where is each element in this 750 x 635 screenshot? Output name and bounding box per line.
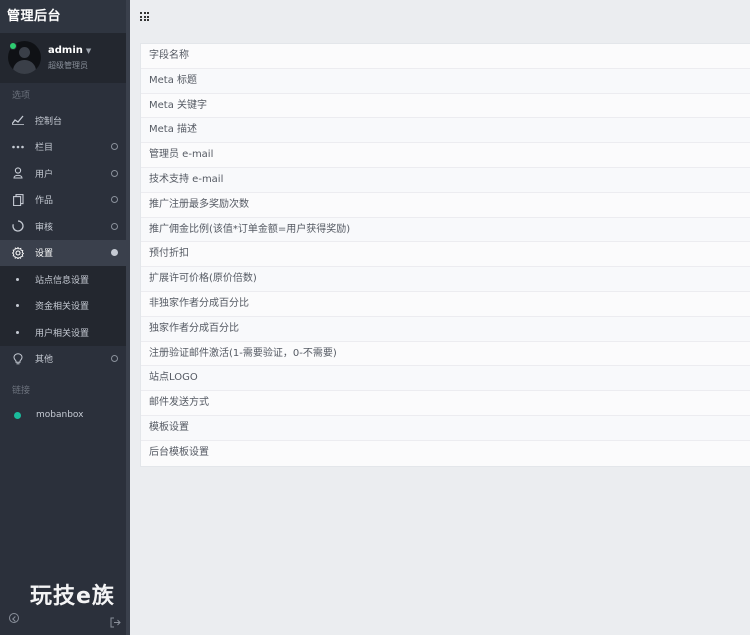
sidebar-item-columns[interactable]: 栏目 — [0, 134, 130, 161]
sidebar-subitem-label: 站点信息设置 — [35, 275, 90, 286]
field-row[interactable]: Meta 描述 — [141, 118, 750, 144]
field-row[interactable]: 后台模板设置 — [141, 440, 750, 466]
settings-submenu: 站点信息设置 资金相关设置 用户相关设置 — [0, 266, 130, 346]
field-row[interactable]: 管理员 e-mail — [141, 143, 750, 168]
sidebar-item-dashboard[interactable]: 控制台 — [0, 107, 130, 134]
sidebar-item-settings[interactable]: 设置 — [0, 239, 130, 266]
user-menu[interactable]: admin ▼ — [48, 45, 91, 56]
sidebar-subitem-user-settings[interactable]: 用户相关设置 — [0, 319, 130, 346]
field-row[interactable]: 推广佣金比例(该值*订单金额=用户获得奖励) — [141, 217, 750, 243]
top-bar — [130, 0, 750, 33]
bullet-icon — [16, 304, 19, 308]
bullet-icon — [16, 330, 19, 334]
collapse-sidebar-icon[interactable] — [9, 613, 19, 623]
field-row[interactable]: 技术支持 e-mail — [141, 167, 750, 193]
link-dot-icon — [14, 411, 21, 419]
sidebar-item-works[interactable]: 作品 — [0, 187, 130, 214]
field-row[interactable]: 预付折扣 — [141, 242, 750, 268]
sidebar-scrollbar[interactable] — [126, 0, 130, 635]
sidebar-item-label: 设置 — [35, 249, 54, 260]
field-row[interactable]: 扩展许可价格(原价倍数) — [141, 267, 750, 292]
apps-grid-icon[interactable] — [140, 12, 149, 21]
sidebar-item-label: 用户 — [35, 169, 54, 180]
field-row[interactable]: 模板设置 — [141, 415, 750, 441]
expand-indicator-icon — [111, 196, 118, 204]
sidebar-subitem-site-info[interactable]: 站点信息设置 — [0, 266, 130, 293]
expand-indicator-icon — [111, 355, 118, 363]
user-name: admin — [48, 45, 83, 56]
field-row[interactable]: Meta 关键字 — [141, 93, 750, 119]
online-status-dot — [10, 43, 16, 49]
dots-icon — [12, 141, 24, 153]
chevron-down-icon: ▼ — [85, 47, 92, 55]
user-role: 超级管理员 — [48, 61, 88, 70]
sidebar-subitem-funds[interactable]: 资金相关设置 — [0, 293, 130, 320]
watermark-logo: 玩技e族 — [30, 584, 115, 609]
sidebar: 管理后台 admin ▼ 超级管理员 选项 控制台 栏目 用户 作品 审核 设置… — [0, 0, 130, 635]
sidebar-item-label: 其他 — [35, 355, 54, 366]
copy-icon — [12, 193, 24, 206]
field-row[interactable]: 站点LOGO — [141, 366, 750, 392]
expand-indicator-icon — [111, 222, 118, 230]
sidebar-item-label: 作品 — [35, 196, 54, 207]
field-row[interactable]: 邮件发送方式 — [141, 391, 750, 416]
sidebar-subitem-label: 用户相关设置 — [35, 328, 90, 339]
sidebar-item-review[interactable]: 审核 — [0, 213, 130, 240]
field-row[interactable]: 字段名称 — [141, 44, 750, 69]
user-icon — [12, 167, 24, 179]
sidebar-link-mobanbox[interactable]: mobanbox — [0, 402, 130, 429]
field-row[interactable]: 非独家作者分成百分比 — [141, 291, 750, 317]
sidebar-subitem-label: 资金相关设置 — [35, 302, 90, 313]
sidebar-item-users[interactable]: 用户 — [0, 160, 130, 187]
sidebar-item-label: 栏目 — [35, 143, 54, 154]
section-label-links: 链接 — [12, 386, 31, 396]
sidebar-link-label: mobanbox — [36, 410, 84, 421]
expand-indicator-icon — [111, 143, 118, 151]
settings-field-list: 字段名称 Meta 标题 Meta 关键字 Meta 描述 管理员 e-mail… — [140, 43, 750, 467]
bullet-icon — [16, 277, 19, 281]
gear-icon — [12, 246, 24, 259]
bulb-icon — [12, 352, 24, 365]
sidebar-item-other[interactable]: 其他 — [0, 346, 130, 373]
logout-icon[interactable] — [110, 613, 121, 628]
spinner-icon — [12, 220, 24, 232]
sidebar-item-label: 审核 — [35, 222, 54, 233]
field-row[interactable]: Meta 标题 — [141, 68, 750, 94]
sidebar-item-label: 控制台 — [35, 116, 63, 127]
section-label-options: 选项 — [12, 91, 31, 101]
user-panel[interactable]: admin ▼ 超级管理员 — [0, 33, 130, 83]
field-row[interactable]: 推广注册最多奖励次数 — [141, 192, 750, 218]
expand-indicator-icon — [111, 249, 118, 257]
expand-indicator-icon — [111, 169, 118, 177]
field-row[interactable]: 独家作者分成百分比 — [141, 316, 750, 342]
app-title[interactable]: 管理后台 — [0, 0, 130, 33]
field-row[interactable]: 注册验证邮件激活(1-需要验证，0-不需要) — [141, 341, 750, 367]
chart-line-icon — [12, 114, 24, 126]
